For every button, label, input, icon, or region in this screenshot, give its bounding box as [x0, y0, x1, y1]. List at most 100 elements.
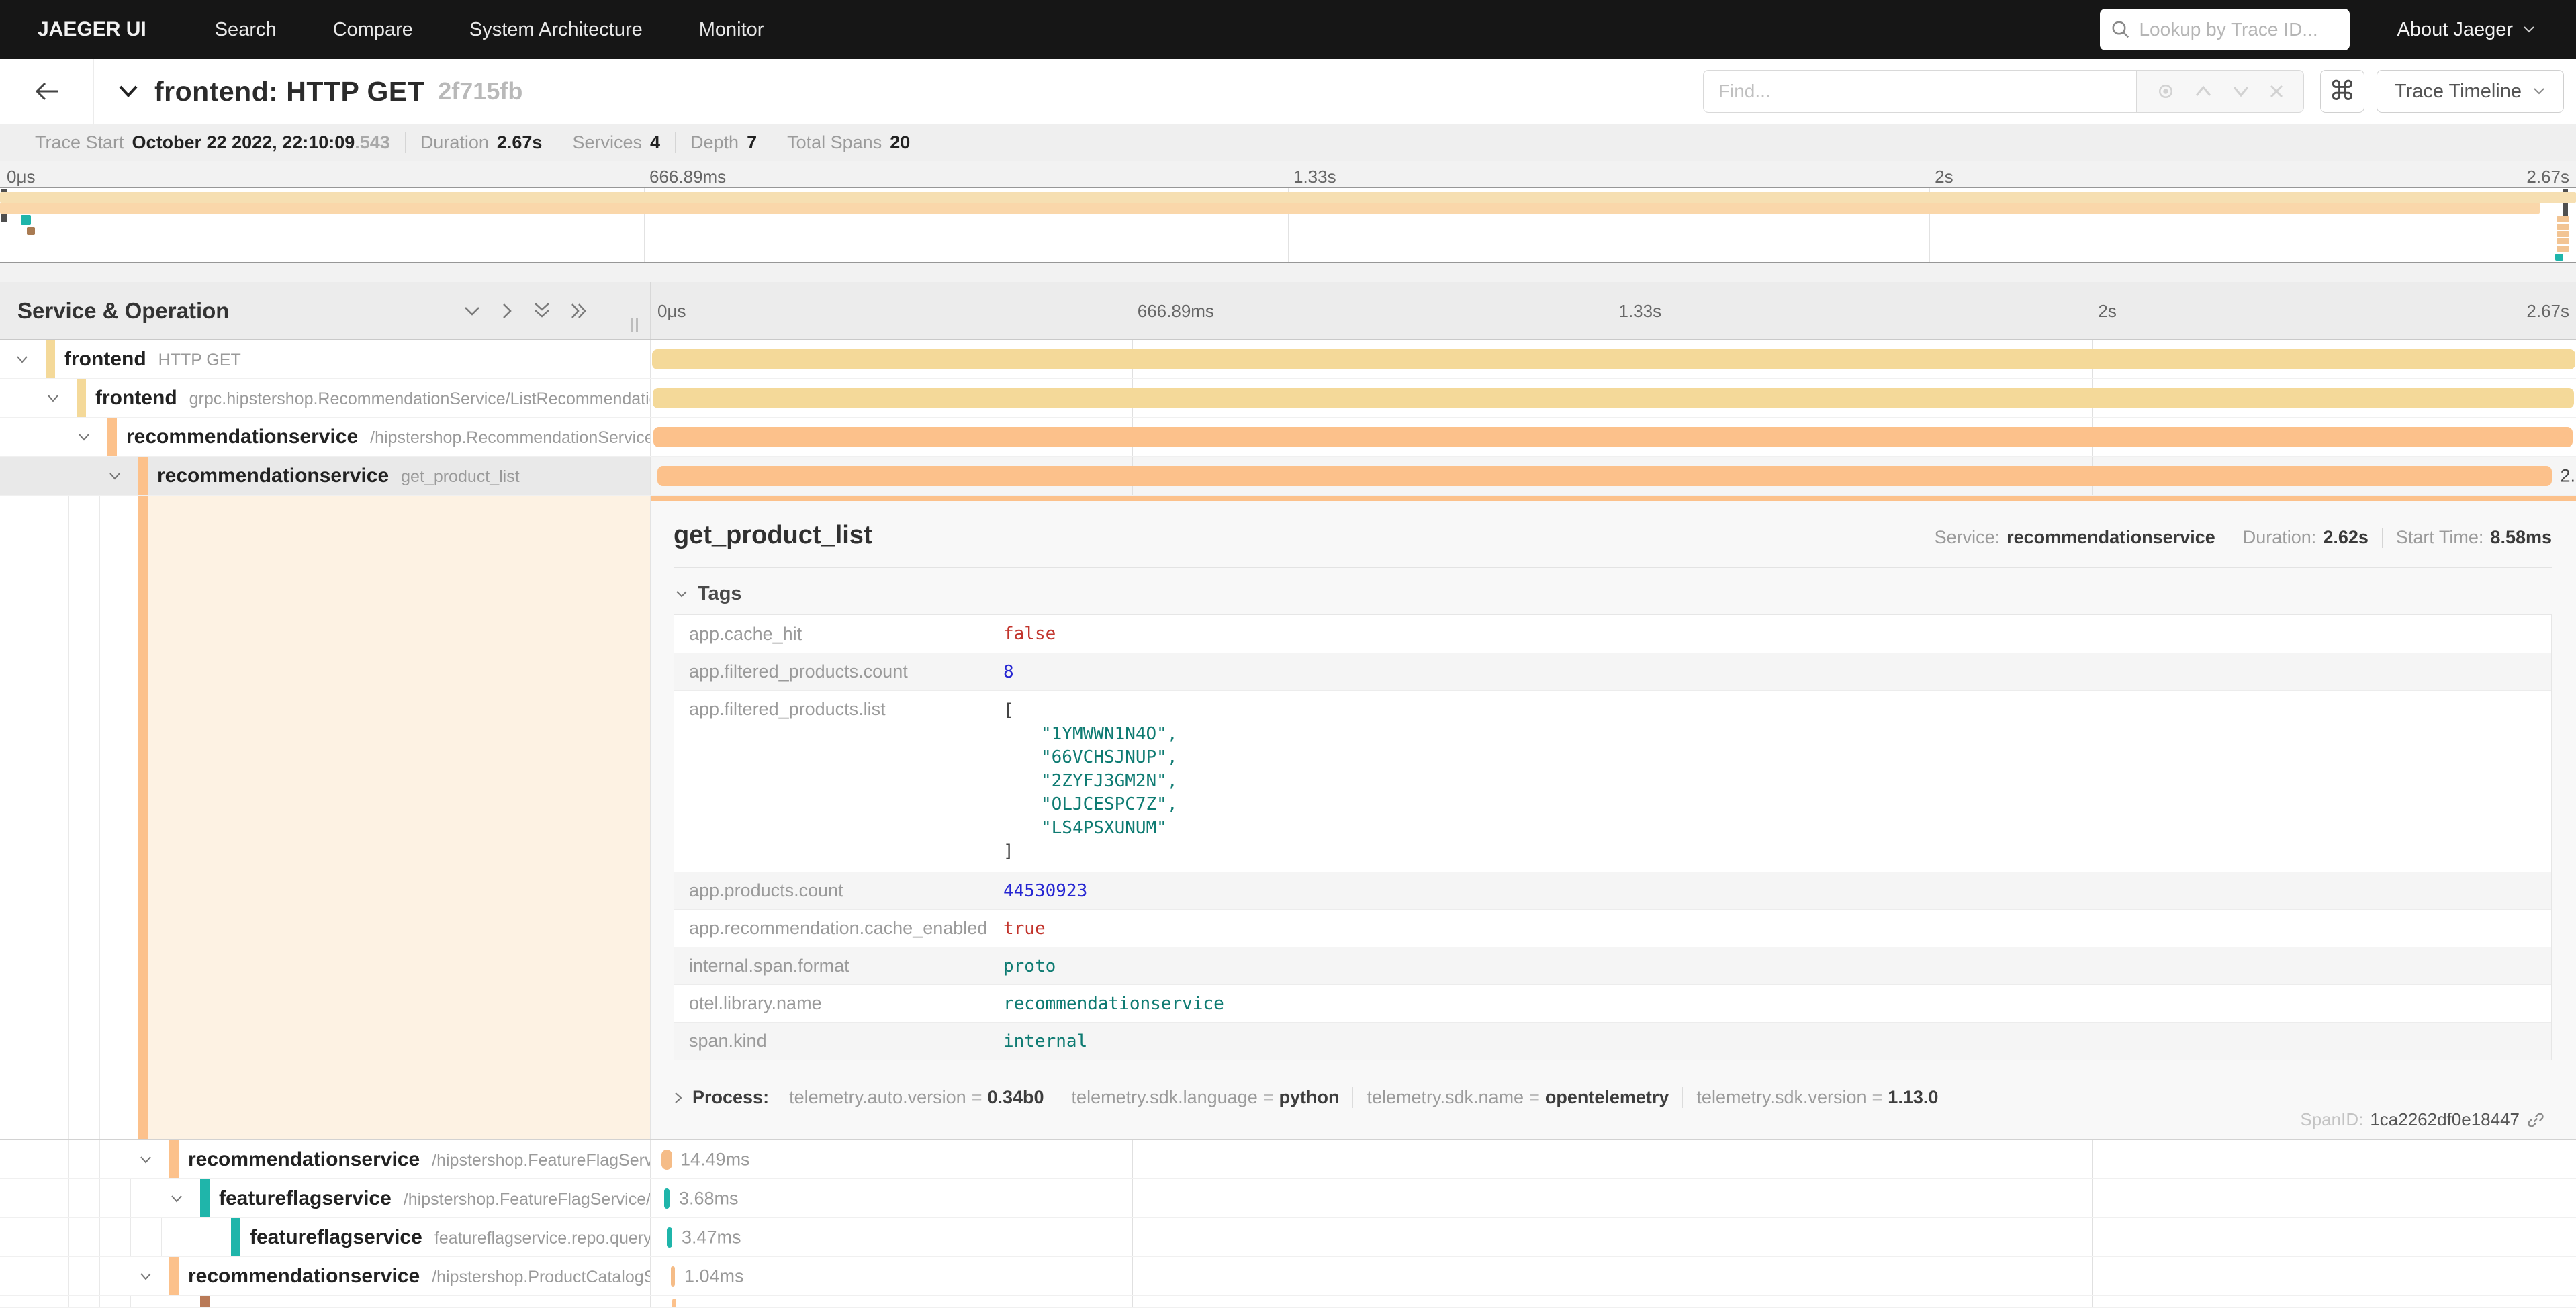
trace-id-short: 2f715fb [438, 77, 522, 105]
span-row-featureflag-repo-query[interactable]: featureflagservice featureflagservice.re… [0, 1218, 2576, 1257]
service-accent [77, 379, 86, 417]
top-nav: JAEGER UI Search Compare System Architec… [0, 0, 2576, 59]
tag-row: span.kind internal [674, 1022, 2551, 1060]
find-input[interactable] [1703, 70, 2136, 113]
clear-search-icon[interactable] [2268, 83, 2285, 99]
collapse-one-chevron-down-icon[interactable] [462, 303, 482, 318]
span-row-rec-featureflag[interactable]: recommendationservice /hipstershop.Featu… [0, 1140, 2576, 1179]
span-bar[interactable] [664, 1188, 670, 1209]
nav-item-system-architecture[interactable]: System Architecture [441, 19, 671, 41]
search-icon [2111, 19, 2131, 40]
nav-item-search[interactable]: Search [187, 19, 305, 41]
span-row-frontend-grpc[interactable]: frontend grpc.hipstershop.Recommendation… [0, 379, 2576, 418]
span-row-partial[interactable] [0, 1296, 2576, 1308]
span-bar[interactable] [653, 427, 2573, 447]
process-section-toggle[interactable]: Process: telemetry.auto.version = 0.34b0… [674, 1087, 2552, 1108]
span-bar[interactable] [653, 388, 2574, 408]
expand-one-chevron-right-icon[interactable] [500, 301, 514, 321]
span-detail-indent [0, 496, 651, 1139]
trace-total-spans: Total Spans 20 [772, 132, 925, 153]
service-accent [46, 340, 55, 378]
minimap-canvas[interactable] [0, 187, 2576, 263]
focus-target-icon[interactable] [2156, 81, 2176, 101]
chevron-down-icon [2532, 87, 2546, 96]
span-bar[interactable] [671, 1266, 675, 1287]
next-result-chevron-down-icon[interactable] [2232, 85, 2250, 98]
prev-result-chevron-up-icon[interactable] [2194, 85, 2213, 98]
span-row-featureflag-get[interactable]: featureflagservice /hipstershop.FeatureF… [0, 1179, 2576, 1218]
app-brand[interactable]: JAEGER UI [38, 18, 146, 41]
span-bar[interactable] [657, 466, 2552, 486]
chevron-down-icon[interactable] [107, 471, 122, 481]
minimap-span [2557, 238, 2569, 244]
minimap-ticks: 0μs 666.89ms 1.33s 2s 2.67s [0, 161, 2576, 187]
nav-item-monitor[interactable]: Monitor [671, 19, 792, 41]
chevron-down-icon[interactable] [138, 1271, 153, 1282]
span-bar[interactable] [652, 349, 2575, 369]
expand-all-double-chevron-right-icon[interactable] [569, 301, 590, 321]
minimap-span [27, 227, 35, 235]
service-accent [138, 496, 148, 1139]
span-bar[interactable] [672, 1299, 676, 1307]
trace-duration: Duration 2.67s [405, 132, 557, 153]
minimap-span [2557, 224, 2569, 230]
service-accent [169, 1257, 179, 1295]
column-resize-handle[interactable] [631, 318, 638, 332]
chevron-down-icon [675, 590, 688, 599]
chevron-down-icon[interactable] [77, 432, 91, 442]
span-row-rec-productcatalog[interactable]: recommendationservice /hipstershop.Produ… [0, 1257, 2576, 1296]
chevron-down-icon[interactable] [46, 393, 60, 404]
tag-row: app.products.count 44530923 [674, 872, 2551, 909]
arrow-left-icon [33, 80, 61, 103]
span-detail-row: get_product_list Service: recommendation… [0, 496, 2576, 1140]
span-duration-label: 2.62s [2560, 465, 2576, 486]
chevron-down-icon [2522, 25, 2536, 34]
trace-lookup-input[interactable] [2139, 19, 2339, 40]
section-title: Service & Operation [17, 298, 229, 324]
nav-item-compare[interactable]: Compare [305, 19, 441, 41]
trace-title: frontend: HTTP GET [154, 76, 424, 107]
span-row-frontend-http-get[interactable]: frontend HTTP GET [0, 340, 2576, 379]
command-icon: ⌘ [2329, 76, 2356, 107]
about-jaeger-menu[interactable]: About Jaeger [2397, 19, 2536, 41]
chevron-down-icon[interactable] [138, 1154, 153, 1165]
trace-view-selector[interactable]: Trace Timeline [2377, 70, 2564, 113]
span-row-recommendation-listrec[interactable]: recommendationservice /hipstershop.Recom… [0, 418, 2576, 457]
chevron-right-icon [674, 1091, 683, 1105]
span-rows: frontend HTTP GET frontend grpc.hipsters… [0, 340, 2576, 1308]
trace-depth: Depth 7 [675, 132, 772, 153]
tags-section-toggle[interactable]: Tags [675, 583, 2552, 605]
find-controls [2136, 70, 2304, 113]
minimap-span [0, 203, 2540, 214]
span-duration-label: 14.49ms [680, 1149, 750, 1170]
link-icon[interactable] [2526, 1111, 2545, 1129]
span-bar[interactable] [661, 1150, 672, 1170]
service-accent [231, 1218, 240, 1256]
trace-services: Services 4 [557, 132, 675, 153]
chevron-down-icon[interactable] [169, 1193, 184, 1204]
tag-row: internal.span.format proto [674, 947, 2551, 984]
service-accent [200, 1179, 210, 1217]
chevron-down-icon[interactable] [15, 354, 30, 365]
span-duration-label: 3.68ms [679, 1188, 739, 1209]
span-bar[interactable] [667, 1227, 672, 1248]
trace-start: Trace Start October 22 2022, 22:10:09 .5… [20, 132, 405, 153]
tag-row: app.cache_hit false [674, 615, 2551, 653]
collapse-all-double-chevron-down-icon[interactable] [532, 301, 552, 321]
span-detail-panel: get_product_list Service: recommendation… [651, 496, 2576, 1139]
process-kv: telemetry.sdk.version = 1.13.0 [1682, 1087, 1951, 1108]
service-accent [200, 1296, 210, 1307]
tag-row: otel.library.name recommendationservice [674, 984, 2551, 1022]
collapse-trace-chevron[interactable] [117, 83, 140, 99]
keyboard-shortcuts-button[interactable]: ⌘ [2320, 70, 2364, 113]
tag-row-list: app.filtered_products.list [ "1YMWWN1N4O… [674, 690, 2551, 872]
span-duration-label: 1.04ms [684, 1266, 744, 1287]
timeline-ticks: 0μs 666.89ms 1.33s 2s 2.67s [651, 282, 2576, 339]
find-bar [1703, 70, 2304, 113]
span-row-get-product-list[interactable]: recommendationservice get_product_list 2… [0, 457, 2576, 496]
chevron-down-icon [117, 83, 140, 99]
process-kv: telemetry.auto.version = 0.34b0 [776, 1087, 1057, 1108]
trace-meta-bar: Trace Start October 22 2022, 22:10:09 .5… [0, 124, 2576, 161]
back-button[interactable] [0, 59, 94, 124]
tag-row: app.recommendation.cache_enabled true [674, 909, 2551, 947]
